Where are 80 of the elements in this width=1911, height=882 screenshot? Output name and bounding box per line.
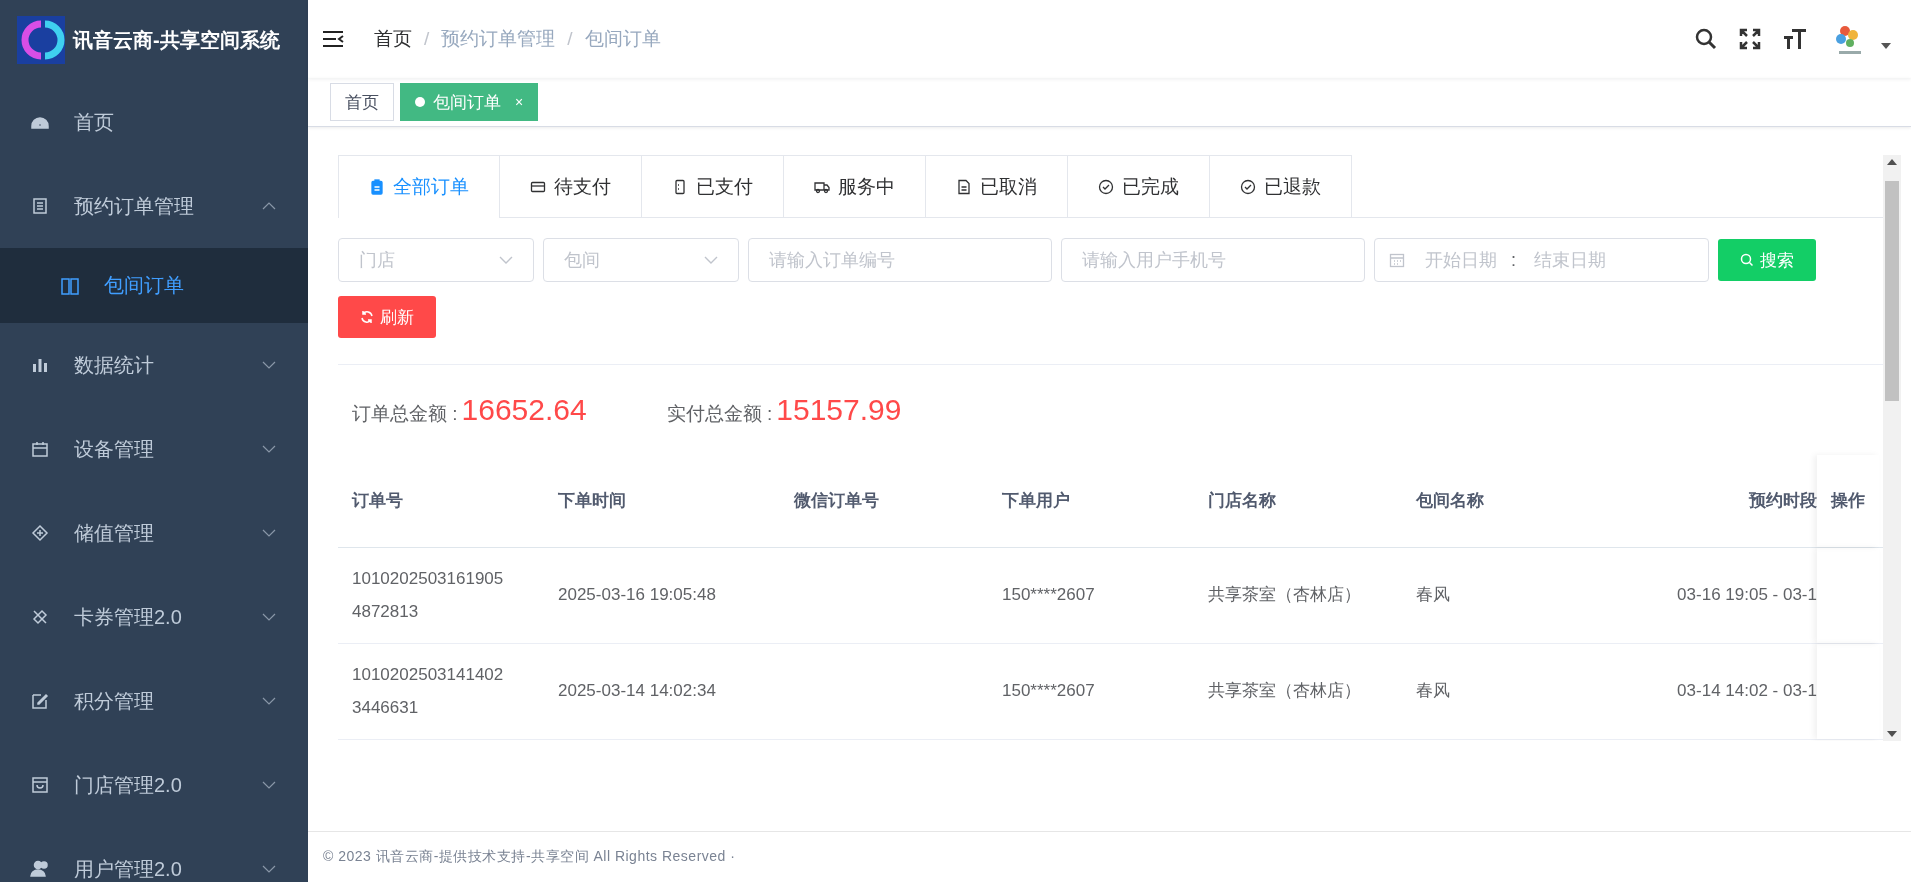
table-cell-text: 春风 (1415, 584, 1451, 607)
receipt-icon (672, 178, 688, 195)
chevron-down-icon (262, 529, 276, 537)
sidebar-item[interactable]: 储值管理 (0, 491, 308, 575)
phone-field[interactable]: 请输入用户手机号 (1061, 238, 1365, 282)
total-label: 订单总金额 : (352, 402, 458, 426)
total-amount: 15157.99 (776, 393, 902, 427)
chevron-down-icon (262, 697, 276, 705)
column-header: 下单用户 (1001, 489, 1071, 512)
search-icon (1740, 253, 1754, 267)
table-cell-text: 春风 (1415, 680, 1451, 703)
table-cell-text: 150****2607 (1001, 680, 1096, 703)
sidebar-item[interactable]: 门店管理2.0 (0, 743, 308, 827)
caret-down-icon[interactable] (1881, 43, 1891, 49)
table-cell-text: 150****2607 (1001, 584, 1096, 607)
fullscreen-icon[interactable] (1739, 28, 1761, 50)
check-circle-icon (1098, 178, 1114, 195)
font-size-icon[interactable] (1783, 28, 1807, 50)
breadcrumb-separator: / (567, 28, 573, 50)
app-title: 讯音云商-共享空间系统 (73, 27, 280, 53)
check-circle-icon (1240, 178, 1256, 195)
sidebar-item[interactable]: 设备管理 (0, 407, 308, 491)
column-header: 微信订单号 (793, 489, 880, 512)
status-tab[interactable]: 已退款 (1209, 155, 1352, 217)
table-cell-text: 2025-03-16 19:05:48 (557, 584, 717, 607)
chevron-down-icon (262, 865, 276, 873)
logo-icon (17, 16, 65, 64)
sidebar-item[interactable]: 首页 (0, 80, 308, 164)
table-cell-text: 2025-03-14 14:02:34 (557, 680, 717, 703)
clipboard-icon (369, 179, 385, 195)
search-icon[interactable] (1695, 28, 1717, 50)
table-cell-text: 10102025031414023446631 (351, 664, 505, 719)
date-range-field[interactable]: 开始日期 : 结束日期 (1374, 238, 1709, 282)
document-icon (30, 196, 50, 216)
total-amount: 16652.64 (461, 393, 587, 427)
scroll-up-icon[interactable] (1887, 159, 1897, 165)
column-header: 操作 (1817, 455, 1879, 547)
sidebar-item[interactable]: 预约订单管理 (0, 164, 308, 248)
page-tag[interactable]: 首页 (330, 83, 394, 121)
breadcrumb-link[interactable]: 首页 (374, 26, 412, 52)
copyright-text: © 2023 讯音云商-提供技术支持-共享空间 All Rights Reserved · (308, 831, 1911, 882)
sidebar-item[interactable]: 用户管理2.0 (0, 827, 308, 882)
book-icon (60, 275, 80, 296)
table-cell-text: 共享茶室（杏林店） (1207, 584, 1362, 607)
menu-icon[interactable] (322, 30, 344, 48)
document-icon (956, 178, 972, 195)
total-label: 实付总金额 : (666, 402, 773, 426)
refresh-icon (360, 310, 374, 324)
order-number-field[interactable]: 请输入订单编号 (748, 238, 1052, 282)
breadcrumb-separator: / (424, 28, 430, 50)
table-cell-text: 03-16 19:05 - 03-1 (1676, 584, 1817, 607)
column-header: 门店名称 (1207, 489, 1277, 512)
column-header: 包间名称 (1415, 489, 1485, 512)
chevron-down-icon (262, 613, 276, 621)
chevron-down-icon (262, 445, 276, 453)
refresh-button[interactable]: 刷新 (338, 296, 436, 338)
chevron-down-icon (499, 256, 513, 264)
sidebar-item[interactable]: 数据统计 (0, 323, 308, 407)
active-dot-icon (415, 97, 425, 107)
bag-icon (30, 775, 50, 795)
chevron-down-icon (262, 781, 276, 789)
sidebar-item[interactable]: 积分管理 (0, 659, 308, 743)
column-header: 下单时间 (557, 489, 627, 512)
scrollbar[interactable] (1883, 155, 1901, 741)
table-cell-text: 03-14 14:02 - 03-1 (1676, 680, 1817, 703)
status-tab[interactable]: 全部订单 (338, 155, 500, 218)
calendar-icon (30, 439, 50, 459)
sidebar-subitem[interactable]: 包间订单 (0, 248, 308, 323)
calendar-icon (1389, 252, 1405, 268)
chevron-up-icon (262, 202, 276, 210)
scroll-down-icon[interactable] (1887, 731, 1897, 737)
column-header: 预约时段 (1747, 489, 1817, 512)
column-header: 订单号 (350, 489, 404, 512)
chevron-down-icon (262, 361, 276, 369)
table-cell-text: 共享茶室（杏林店） (1207, 680, 1362, 703)
users-icon (30, 859, 50, 879)
table-cell-text: 10102025031619054872813 (351, 568, 505, 623)
chevron-down-icon (704, 256, 718, 264)
edit-icon (30, 691, 50, 711)
sidebar-item[interactable]: 卡券管理2.0 (0, 575, 308, 659)
